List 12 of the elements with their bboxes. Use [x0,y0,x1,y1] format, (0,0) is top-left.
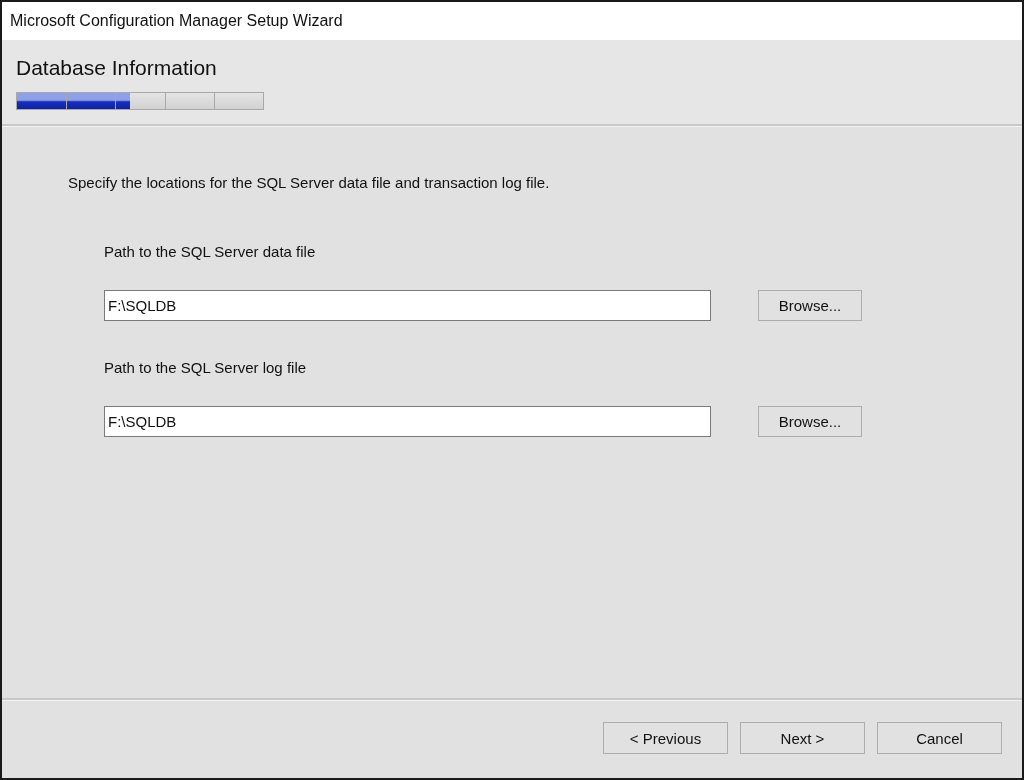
wizard-button[interactable]: Next > [740,722,865,754]
browse-button[interactable]: Browse... [758,406,862,437]
field-label: Path to the SQL Server data file [104,243,317,260]
browse-button[interactable]: Browse... [758,290,862,321]
field-label: Path to the SQL Server log file [104,359,308,376]
window-title: Microsoft Configuration Manager Setup Wizard [10,12,343,30]
path-field[interactable]: F:\SQLDB [104,290,711,321]
wizard-button[interactable]: Cancel [877,722,1002,754]
page-title: Database Information [16,56,218,80]
path-field[interactable]: F:\SQLDB [104,406,711,437]
wizard-button[interactable]: < Previous [603,722,728,754]
instruction-text: Specify the locations for the SQL Server data file and transaction log file. [68,174,551,191]
